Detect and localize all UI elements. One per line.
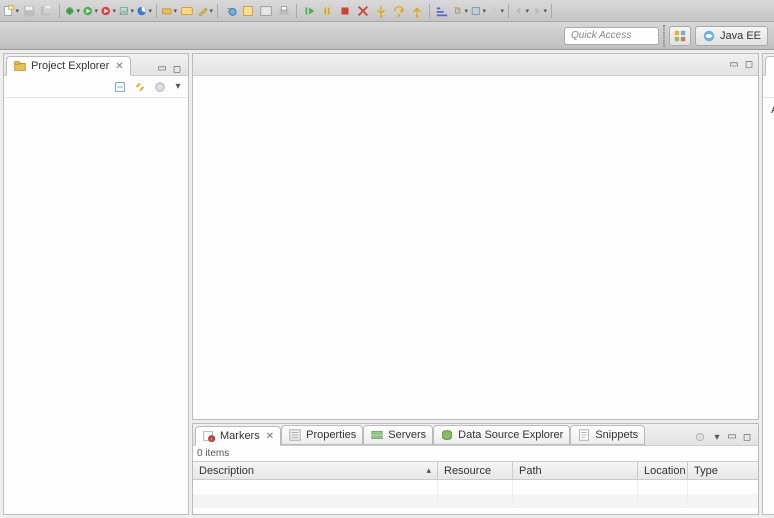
bottom-tabbar: ! Markers ✕ Properties Servers Data Sour… [193, 424, 758, 446]
new-wizard-button[interactable] [3, 3, 19, 19]
perspective-divider [663, 25, 665, 47]
nav-back-button[interactable] [513, 3, 529, 19]
tab-properties[interactable]: Properties [281, 425, 363, 445]
close-icon[interactable]: ✕ [266, 431, 274, 442]
close-icon[interactable]: ✕ [115, 61, 123, 72]
editor-area: ▭ ◻ [192, 53, 759, 420]
print-button[interactable] [276, 3, 292, 19]
minimize-icon[interactable]: ▭ [726, 431, 738, 443]
main-toolbar [0, 0, 774, 22]
perspective-bar: Quick Access Java EE [0, 22, 774, 50]
tab-project-explorer[interactable]: Project Explorer ✕ [6, 56, 131, 76]
minimize-icon[interactable]: ▭ [156, 63, 168, 75]
toolbar-separator [156, 4, 157, 18]
main-area: Project Explorer ✕ ▭ ◻ ▾ [0, 50, 774, 518]
toggle-breadcrumb-button[interactable] [434, 3, 450, 19]
tab-label: Markers [220, 430, 260, 442]
quick-access-input[interactable]: Quick Access [564, 27, 659, 45]
step-over-button[interactable] [391, 3, 407, 19]
maximize-icon[interactable]: ◻ [743, 59, 755, 71]
maximize-icon[interactable]: ◻ [171, 63, 183, 75]
maximize-icon[interactable]: ◻ [741, 431, 753, 443]
project-explorer-view: Project Explorer ✕ ▭ ◻ ▾ [3, 53, 189, 515]
project-explorer-toolbar: ▾ [4, 76, 188, 98]
tab-servers[interactable]: Servers [363, 425, 433, 445]
tab-outline[interactable]: Outlin ✕ [765, 56, 774, 76]
toolbar-separator [59, 4, 60, 18]
tab-data-source-explorer[interactable]: Data Source Explorer [433, 425, 570, 445]
bottom-panel: ! Markers ✕ Properties Servers Data Sour… [192, 423, 759, 515]
col-description[interactable]: Description ▴ [193, 462, 438, 479]
nav-forward-button[interactable] [531, 3, 547, 19]
tab-label: Properties [306, 429, 356, 441]
minimize-icon[interactable]: ▭ [728, 59, 740, 71]
perspective-java-ee-button[interactable]: Java EE [695, 26, 768, 46]
tab-markers[interactable]: ! Markers ✕ [195, 426, 281, 446]
profile-button[interactable] [118, 3, 134, 19]
perspective-label: Java EE [720, 30, 761, 42]
focus-task-icon[interactable] [152, 79, 168, 95]
outline-body: An outline is not available. [763, 98, 774, 514]
col-type[interactable]: Type [688, 462, 758, 479]
open-perspective-button[interactable] [669, 26, 691, 46]
outline-message: An outline is not available. [763, 98, 774, 122]
tab-label: Snippets [595, 429, 638, 441]
pause-button[interactable] [319, 3, 335, 19]
toolbar-separator [508, 4, 509, 18]
project-explorer-body [4, 98, 188, 514]
project-explorer-tabbar: Project Explorer ✕ ▭ ◻ [4, 54, 188, 76]
link-editor-button[interactable] [452, 3, 468, 19]
open-task-button[interactable] [240, 3, 256, 19]
run-button[interactable] [82, 3, 98, 19]
resume-button[interactable] [301, 3, 317, 19]
new-server-button[interactable] [161, 3, 177, 19]
table-row [193, 480, 758, 494]
right-tabbar: Outlin ✕ Task L ▭ ◻ [763, 54, 774, 76]
stop-button[interactable] [337, 3, 353, 19]
editor-tabbar: ▭ ◻ [193, 54, 758, 76]
quick-access-placeholder: Quick Access [571, 30, 631, 41]
link-editor-icon[interactable] [132, 79, 148, 95]
open-type-button[interactable] [179, 3, 195, 19]
perspective-customize-button[interactable] [470, 3, 486, 19]
outline-toolbar: ▾ [763, 76, 774, 98]
coverage-button[interactable] [136, 3, 152, 19]
center-area: ▭ ◻ ! Markers ✕ Properties [192, 53, 759, 515]
markers-count-label: 0 items [193, 446, 758, 461]
toolbar-separator [296, 4, 297, 18]
pin-editor-button[interactable] [488, 3, 504, 19]
tab-snippets[interactable]: Snippets [570, 425, 645, 445]
view-menu-icon[interactable]: ▾ [711, 431, 723, 443]
filter-icon[interactable] [692, 429, 708, 445]
step-return-button[interactable] [409, 3, 425, 19]
open-resource-button[interactable] [258, 3, 274, 19]
right-panel: Outlin ✕ Task L ▭ ◻ ▾ An outline is not … [762, 53, 774, 515]
save-all-button[interactable] [39, 3, 55, 19]
markers-body: 0 items Description ▴ Resource Path Loca… [193, 446, 758, 514]
run-external-button[interactable] [100, 3, 116, 19]
search-button[interactable] [222, 3, 238, 19]
disconnect-button[interactable] [355, 3, 371, 19]
view-menu-icon[interactable]: ▾ [172, 81, 184, 93]
col-resource[interactable]: Resource [438, 462, 513, 479]
toolbar-separator [551, 4, 552, 18]
collapse-all-icon[interactable] [112, 79, 128, 95]
toolbar-separator [429, 4, 430, 18]
save-button[interactable] [21, 3, 37, 19]
tab-label: Project Explorer [31, 60, 109, 72]
tab-label: Servers [388, 429, 426, 441]
markers-table: Description ▴ Resource Path Location Typ… [193, 461, 758, 508]
debug-button[interactable] [64, 3, 80, 19]
col-location[interactable]: Location [638, 462, 688, 479]
new-annotation-button[interactable] [197, 3, 213, 19]
sort-asc-icon: ▴ [426, 465, 431, 476]
table-row [193, 494, 758, 508]
tab-label: Data Source Explorer [458, 429, 563, 441]
editor-body [193, 76, 758, 419]
svg-text:!: ! [211, 437, 212, 443]
toolbar-separator [217, 4, 218, 18]
col-path[interactable]: Path [513, 462, 638, 479]
step-into-button[interactable] [373, 3, 389, 19]
